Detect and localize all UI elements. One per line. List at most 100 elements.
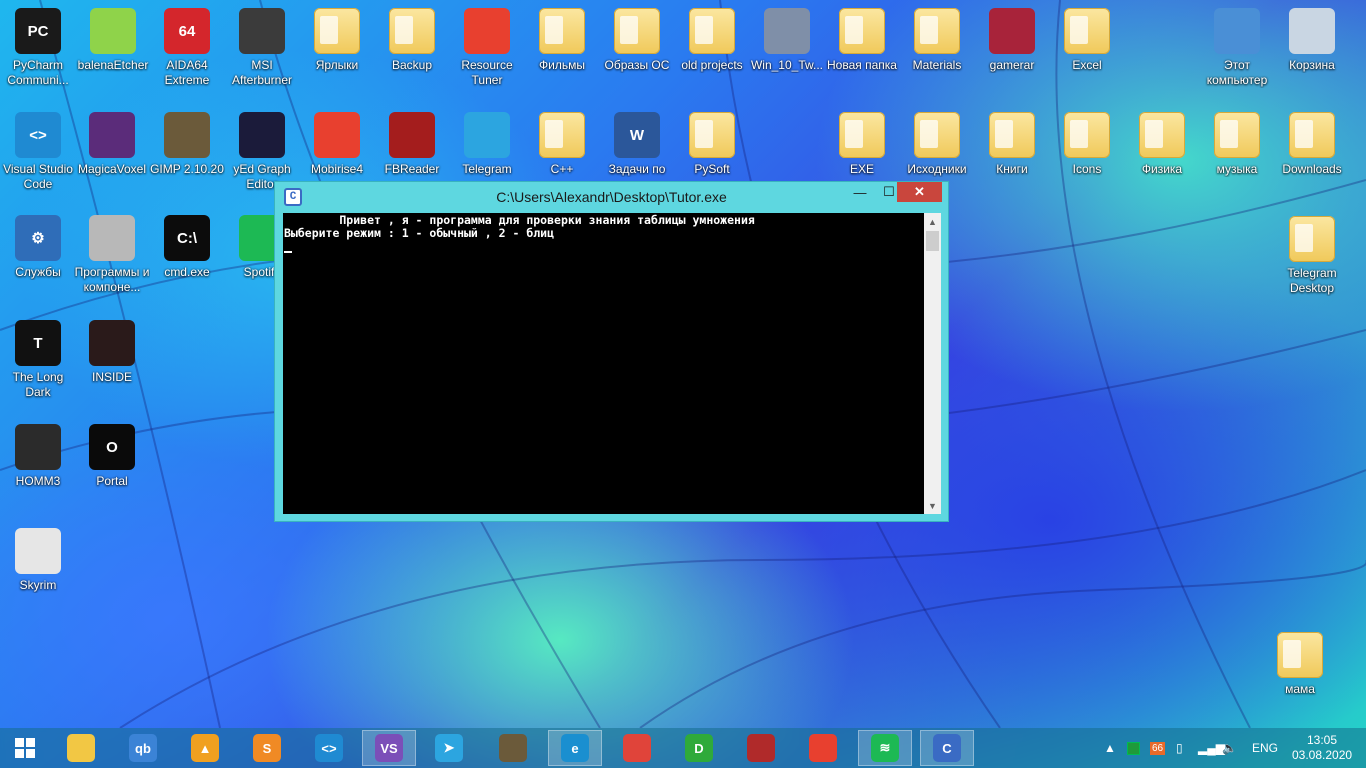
desktop-shortcut-label: Mobirise4 [310, 162, 364, 176]
desktop-shortcut[interactable]: Telegram Desktop [1274, 216, 1350, 296]
desktop-shortcut[interactable]: MagicaVoxel [74, 112, 150, 177]
word-doc-icon: W [614, 112, 660, 158]
desktop-shortcut[interactable]: мама [1262, 632, 1338, 697]
desktop-shortcut[interactable]: музыка [1199, 112, 1275, 177]
start-button[interactable] [0, 730, 50, 766]
desktop-shortcut-label: AIDA64 Extreme [164, 58, 210, 87]
desktop-shortcut-label: Excel [1072, 58, 1102, 72]
magicavoxel-icon [89, 112, 135, 158]
language-indicator[interactable]: ENG [1252, 728, 1278, 768]
network-signal-icon[interactable]: ▂▄▆ [1198, 728, 1225, 768]
taskbar: qb ▲ S <> VS ➤ e D ≋ C ▲ 66 ▯ ▂▄▆ 🔈 ENG 13:05 03.… [0, 728, 1366, 768]
desktop-shortcut[interactable]: FBReader [374, 112, 450, 177]
fbreader-icon [389, 112, 435, 158]
folder-icon [1277, 632, 1323, 678]
desktop-shortcut[interactable]: yEd Graph Editor [224, 112, 300, 192]
taskbar-app-button[interactable] [734, 730, 788, 766]
taskbar-app-button[interactable]: C [920, 730, 974, 766]
taskbar-app-button[interactable]: qb [116, 730, 170, 766]
desktop-shortcut[interactable]: Telegram [449, 112, 525, 177]
desktop-shortcut-label: gamerar [989, 58, 1035, 72]
taskbar-app-button[interactable]: <> [302, 730, 356, 766]
desktop-shortcut[interactable]: Excel [1049, 8, 1125, 73]
scroll-down-arrow-icon[interactable]: ▼ [924, 497, 941, 514]
folder-icon [614, 8, 660, 54]
desktop-shortcut[interactable]: PC PyCharm Communi... [0, 8, 76, 88]
desktop-shortcut[interactable]: EXE [824, 112, 900, 177]
desktop-shortcut[interactable]: GIMP 2.10.20 [149, 112, 225, 177]
desktop-shortcut[interactable]: PySoft [674, 112, 750, 177]
taskbar-app-button[interactable]: VS [362, 730, 416, 766]
desktop-shortcut[interactable]: ⚙ Службы [0, 215, 76, 280]
tray-overflow-icon[interactable]: ▲ [1104, 728, 1116, 768]
desktop-shortcut[interactable]: C:\ cmd.exe [149, 215, 225, 280]
minimize-button[interactable]: — [845, 182, 875, 202]
desktop-shortcut[interactable]: T The Long Dark [0, 320, 76, 400]
clock-time: 13:05 [1306, 733, 1338, 747]
folder-icon [689, 112, 735, 158]
desktop-shortcut[interactable]: Icons [1049, 112, 1125, 177]
desktop-shortcut[interactable]: HOMM3 [0, 424, 76, 489]
desktop-shortcut-label: Telegram [462, 162, 512, 176]
desktop-shortcut-label: Telegram Desktop [1287, 266, 1337, 295]
taskbar-app-button[interactable] [610, 730, 664, 766]
desktop-shortcut[interactable]: Materials [899, 8, 975, 73]
taskbar-app-button[interactable] [796, 730, 850, 766]
desktop-shortcut[interactable]: <> Visual Studio Code [0, 112, 76, 192]
desktop-shortcut[interactable]: Mobirise4 [299, 112, 375, 177]
services-gear-icon: ⚙ [15, 215, 61, 261]
taskbar-app-button[interactable] [486, 730, 540, 766]
volume-icon[interactable]: 🔈 [1222, 728, 1237, 768]
folder-icon [1064, 112, 1110, 158]
scroll-thumb[interactable] [926, 231, 939, 251]
desktop-shortcut[interactable]: INSIDE [74, 320, 150, 385]
desktop-shortcut[interactable]: Новая папка [824, 8, 900, 73]
clock[interactable]: 13:05 03.08.2020 [1292, 733, 1352, 763]
taskbar-app-button[interactable]: e [548, 730, 602, 766]
desktop-shortcut-label: Backup [391, 58, 433, 72]
desktop-shortcut[interactable]: Этот компьютер [1199, 8, 1275, 88]
desktop-shortcut[interactable]: Физика [1124, 112, 1200, 177]
desktop-shortcut[interactable]: balenaEtcher [75, 8, 151, 73]
desktop-shortcut[interactable]: Skyrim [0, 528, 76, 593]
tray-green-app-icon[interactable] [1127, 728, 1140, 768]
desktop-shortcut[interactable]: Backup [374, 8, 450, 73]
desktop-shortcut[interactable]: 64 AIDA64 Extreme [149, 8, 225, 88]
close-button[interactable]: ✕ [897, 182, 942, 202]
battery-icon[interactable]: ▯ [1176, 728, 1183, 768]
console-window[interactable]: C C:\Users\Alexandr\Desktop\Tutor.exe — … [274, 181, 949, 522]
desktop-shortcut[interactable]: Downloads [1274, 112, 1350, 177]
taskbar-app-button[interactable]: ▲ [178, 730, 232, 766]
taskbar-app-button[interactable]: ≋ [858, 730, 912, 766]
desktop-shortcut[interactable]: C++ [524, 112, 600, 177]
desktop-shortcut[interactable]: Ярлыки [299, 8, 375, 73]
desktop-shortcut[interactable]: old projects [674, 8, 750, 73]
desktop-shortcut-label: Задачи по [608, 162, 666, 176]
desktop-shortcut[interactable]: MSI Afterburner [224, 8, 300, 88]
desktop-shortcut[interactable]: W Задачи по [599, 112, 675, 177]
taskbar-app-button[interactable]: ➤ [422, 730, 476, 766]
desktop-shortcut[interactable]: Корзина [1274, 8, 1350, 73]
desktop-shortcut[interactable]: Фильмы [524, 8, 600, 73]
taskbar-app-button[interactable] [54, 730, 108, 766]
telegram-icon: ➤ [435, 734, 463, 762]
console-titlebar[interactable]: C C:\Users\Alexandr\Desktop\Tutor.exe — … [275, 182, 948, 212]
desktop-shortcut-label: PySoft [694, 162, 730, 176]
taskbar-app-button[interactable]: S [240, 730, 294, 766]
taskbar-app-button[interactable]: D [672, 730, 726, 766]
console-output[interactable]: Привет , я - программа для проверки знан… [283, 213, 924, 514]
scroll-up-arrow-icon[interactable]: ▲ [924, 213, 941, 230]
portal-icon: O [89, 424, 135, 470]
text-cursor [284, 251, 292, 253]
desktop-shortcut[interactable]: Resource Tuner [449, 8, 525, 88]
desktop-shortcut[interactable]: Образы ОС [599, 8, 675, 73]
desktop-shortcut[interactable]: Книги [974, 112, 1050, 177]
desktop-shortcut[interactable]: O Portal [74, 424, 150, 489]
desktop-shortcut-label: мама [1285, 682, 1315, 696]
desktop-shortcut[interactable]: Win_10_Tw... [749, 8, 825, 73]
desktop-shortcut[interactable]: gamerar [974, 8, 1050, 73]
vertical-scrollbar[interactable]: ▲ ▼ [924, 213, 941, 514]
desktop-shortcut[interactable]: Исходники [899, 112, 975, 177]
desktop-shortcut[interactable]: Программы и компоне... [74, 215, 150, 295]
tray-badge-icon[interactable]: 66 [1150, 728, 1166, 768]
